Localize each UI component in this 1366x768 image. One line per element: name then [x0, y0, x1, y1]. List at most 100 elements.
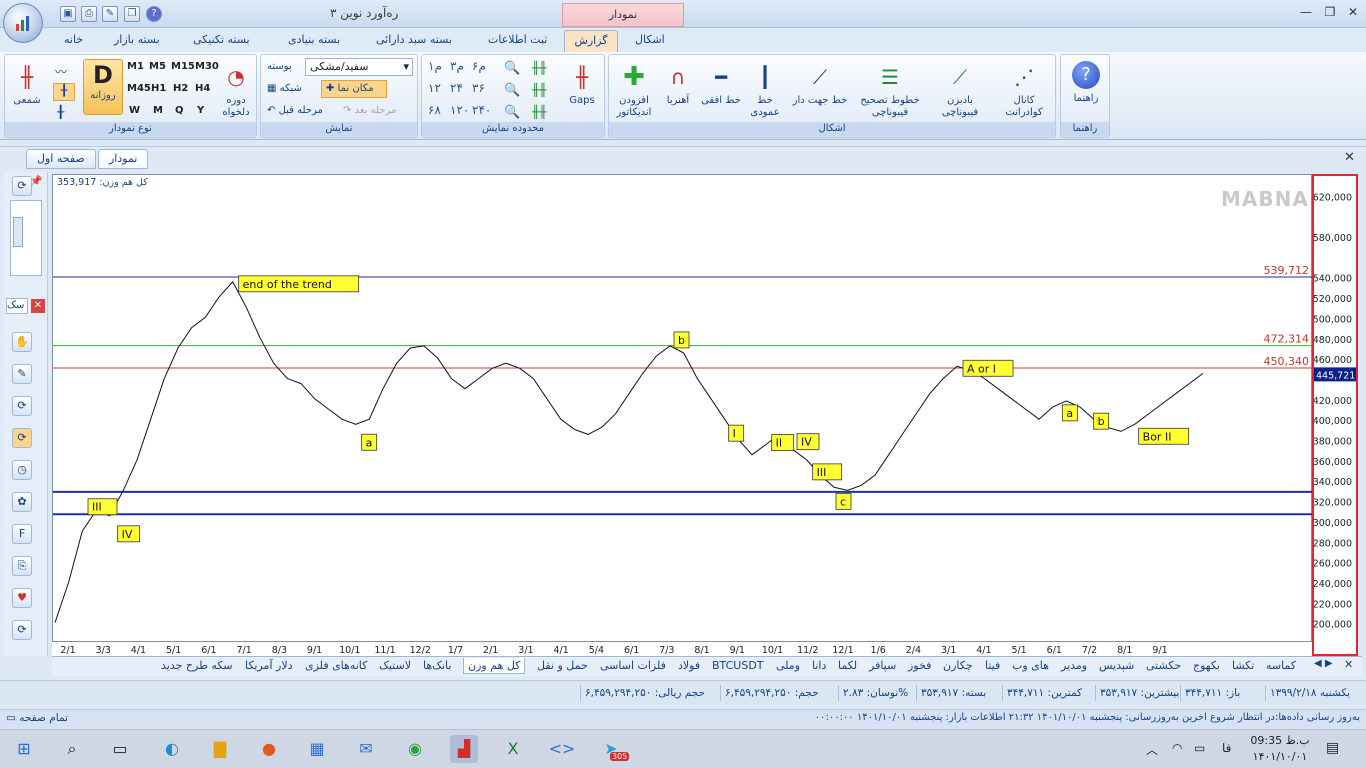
save-icon[interactable]: ▣: [60, 6, 76, 22]
clock-time[interactable]: 09:35 ب.ظ: [1250, 734, 1310, 747]
custom-period-button[interactable]: ◔ دوره دلخواه: [217, 61, 255, 119]
tf-m30[interactable]: M30: [195, 61, 219, 72]
tab-data-entry[interactable]: ثبت اطلاعات: [480, 30, 555, 52]
windows-start-icon[interactable]: ⊞: [10, 735, 38, 763]
minimize-icon[interactable]: —: [1296, 5, 1316, 21]
sheet-tab[interactable]: چکارن: [943, 658, 973, 674]
range-6m[interactable]: ۶م: [472, 59, 486, 73]
candles-icon-3[interactable]: ╫╫: [532, 105, 546, 119]
arrow-line-button[interactable]: ⟋ خط جهت دار: [789, 61, 851, 107]
clear-search-icon[interactable]: ✕: [31, 299, 45, 313]
sheet-tab[interactable]: لکما: [838, 658, 857, 674]
zoom-in-icon[interactable]: 🔍: [504, 61, 520, 76]
sheet-tab[interactable]: کماسه: [1266, 658, 1296, 674]
sheet-tab[interactable]: بانک‌ها: [423, 658, 451, 674]
tf-h1[interactable]: H1: [151, 83, 166, 94]
ohlc-icon[interactable]: ╂: [57, 105, 64, 119]
sheet-tab[interactable]: فخوز: [908, 658, 931, 674]
tab-home[interactable]: خانه: [56, 30, 91, 52]
firefox-icon[interactable]: ●: [255, 735, 283, 763]
tool-icon-5[interactable]: ◷: [12, 460, 32, 480]
heart-icon[interactable]: ♥: [12, 588, 32, 608]
range-240[interactable]: ۲۴۰: [472, 103, 491, 117]
tab-chart[interactable]: نمودار: [98, 149, 149, 169]
tool-icon-10[interactable]: ⟳: [12, 620, 32, 640]
file-explorer-icon[interactable]: ▇: [206, 735, 234, 763]
vertical-line-button[interactable]: ┃ خط عمودی: [743, 61, 787, 119]
slider-thumb[interactable]: [13, 217, 23, 247]
sheet-tab[interactable]: شپدیس: [1099, 658, 1134, 674]
magnet-button[interactable]: ∩ آهنربا: [657, 61, 699, 107]
search-icon[interactable]: ⌕: [58, 735, 86, 763]
sheet-nav-arrows[interactable]: ◀ ▶: [1314, 658, 1333, 669]
edit-icon[interactable]: ✎: [102, 6, 118, 22]
zoom-out-icon[interactable]: 🔍: [504, 83, 520, 98]
range-36[interactable]: ۳۶: [472, 81, 485, 95]
sheet-close-icon[interactable]: ✕: [1344, 658, 1353, 671]
pin-icon[interactable]: 📌: [30, 176, 42, 187]
tf-q[interactable]: Q: [175, 105, 184, 116]
tool-icon-7[interactable]: F: [12, 524, 32, 544]
tab-report[interactable]: گزارش: [564, 30, 618, 52]
rahavard-app-icon[interactable]: ▟: [450, 735, 478, 763]
tab-first-page[interactable]: صفحه اول: [26, 149, 96, 169]
sheet-tab[interactable]: سپافر: [869, 658, 896, 674]
task-view-icon[interactable]: ▭: [106, 735, 134, 763]
chrome-icon[interactable]: ◉: [401, 735, 429, 763]
help-icon[interactable]: ?: [146, 6, 162, 22]
clock-date[interactable]: ۱۴۰۱/۱۰/۰۱: [1250, 750, 1310, 763]
sheet-tab[interactable]: کل هم وزن: [463, 658, 526, 674]
sheet-tab[interactable]: بکهوج: [1193, 658, 1220, 674]
cursor-button[interactable]: ✚ مکان نما: [321, 80, 387, 98]
chevron-up-icon[interactable]: ︿: [1146, 741, 1158, 758]
range-3m[interactable]: ۳م: [450, 59, 464, 73]
range-120[interactable]: ۱۲۰: [450, 103, 469, 117]
range-24[interactable]: ۲۴: [450, 81, 463, 95]
line-chart-icon[interactable]: 〰: [55, 63, 67, 80]
wifi-icon[interactable]: ◠: [1172, 741, 1182, 755]
tool-icon-6[interactable]: ✿: [12, 492, 32, 512]
mail-icon[interactable]: ✉: [352, 735, 380, 763]
sheet-tab[interactable]: تکشا: [1232, 658, 1254, 674]
chart-area[interactable]: 539,712 472,314 450,340 end of the trend III…: [52, 174, 1313, 643]
vertical-slider[interactable]: [10, 200, 42, 276]
sheet-tab[interactable]: ومدیر: [1061, 658, 1087, 674]
print-icon[interactable]: ⎙: [81, 6, 97, 22]
sheet-tab[interactable]: لاستیک: [379, 658, 411, 674]
tf-m45[interactable]: M45: [127, 83, 151, 94]
tool-icon-1[interactable]: ✋: [12, 332, 32, 352]
code-icon[interactable]: <>: [548, 735, 576, 763]
chart-canvas[interactable]: 539,712472,314450,340end of the trendIII…: [53, 175, 1313, 643]
edge-icon[interactable]: ◐: [158, 735, 186, 763]
tf-month[interactable]: M: [153, 105, 163, 116]
candles-icon-2[interactable]: ╫╫: [532, 83, 546, 97]
language-indicator[interactable]: فا: [1222, 741, 1231, 755]
tab-fundamental[interactable]: بسته بنیادی: [280, 30, 348, 52]
close-doc-icon[interactable]: ✕: [1344, 150, 1355, 165]
tf-y[interactable]: Y: [197, 105, 204, 116]
sheet-tab[interactable]: سکه طرح جدید: [161, 658, 233, 674]
excel-icon[interactable]: X: [499, 735, 527, 763]
tab-market[interactable]: بسته بازار: [106, 30, 168, 52]
tool-icon-3[interactable]: ⟳: [12, 396, 32, 416]
tab-technical[interactable]: بسته تکنیکی: [185, 30, 258, 52]
sheet-tab[interactable]: های وب: [1012, 658, 1049, 674]
sheet-tab[interactable]: وملی: [776, 658, 800, 674]
zoom-reset-icon[interactable]: 🔍: [504, 105, 520, 120]
tf-h4[interactable]: H4: [195, 83, 210, 94]
tool-icon-2[interactable]: ✎: [12, 364, 32, 384]
close-icon[interactable]: ✕: [1343, 5, 1363, 21]
add-indicator-button[interactable]: ✚ افزودن اندیکاتور: [611, 61, 657, 119]
app-menu-button[interactable]: [3, 3, 43, 43]
grid-button[interactable]: ▦ شبکه: [267, 83, 302, 94]
store-icon[interactable]: ▦: [303, 735, 331, 763]
prev-step-button[interactable]: ↶ مرحله قبل: [267, 105, 323, 116]
bar-chart-icon[interactable]: ╂: [53, 83, 75, 101]
sheet-tab[interactable]: دلار آمریکا: [245, 658, 293, 674]
sheet-tab[interactable]: فیتا: [985, 658, 1000, 674]
sheet-tab[interactable]: کانه‌های فلزی: [305, 658, 367, 674]
tf-m5[interactable]: M5: [149, 61, 166, 72]
fib-retracement-button[interactable]: ☰ خطوط تصحیح فیبوناچی: [853, 61, 927, 119]
tool-icon-4[interactable]: ⟳: [12, 428, 32, 448]
theme-select[interactable]: سفید/مشکی ▾: [305, 58, 413, 76]
